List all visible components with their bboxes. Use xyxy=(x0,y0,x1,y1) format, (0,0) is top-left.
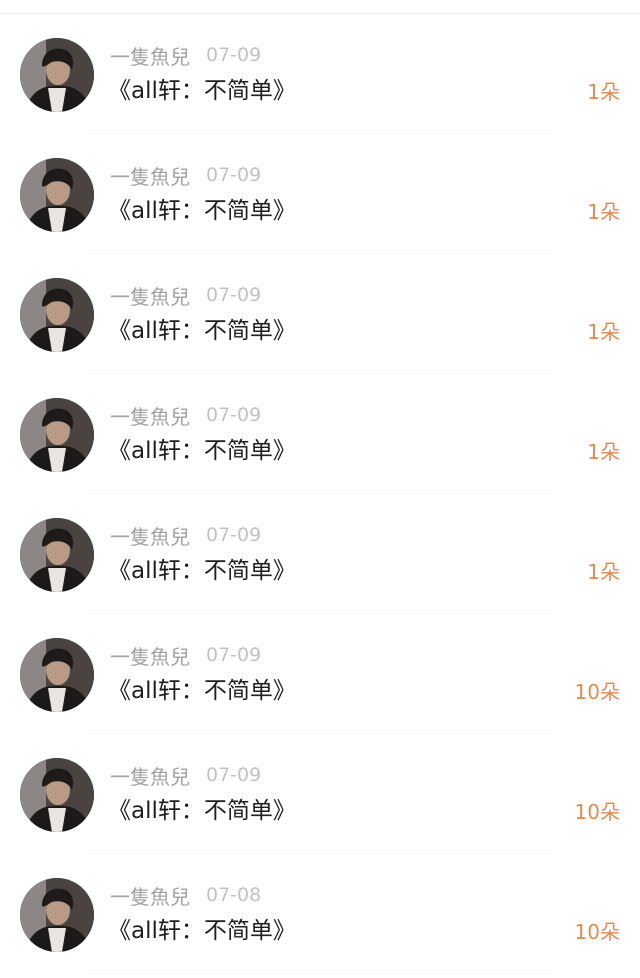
date: 07-09 xyxy=(206,164,262,186)
gift-record-list: 一隻魚兒 07-09 《all轩：不简单》 1朵 一隻魚兒 07-09 《all… xyxy=(0,14,640,974)
avatar[interactable] xyxy=(20,518,94,592)
user-name[interactable]: 一隻魚兒 xyxy=(110,761,190,790)
work-title[interactable]: 《all轩：不简单》 xyxy=(108,194,296,228)
work-title[interactable]: 《all轩：不简单》 xyxy=(108,434,296,468)
avatar-photo-icon xyxy=(20,878,94,952)
meta-line: 一隻魚兒 07-09 xyxy=(110,161,262,190)
gift-count: 10朵 xyxy=(574,680,620,704)
work-title[interactable]: 《all轩：不简单》 xyxy=(108,794,296,828)
date: 07-09 xyxy=(206,644,262,666)
meta-line: 一隻魚兒 07-09 xyxy=(110,281,262,310)
avatar[interactable] xyxy=(20,758,94,832)
avatar[interactable] xyxy=(20,638,94,712)
user-name[interactable]: 一隻魚兒 xyxy=(110,281,190,310)
avatar[interactable] xyxy=(20,878,94,952)
gift-count: 1朵 xyxy=(587,80,620,104)
avatar[interactable] xyxy=(20,398,94,472)
date: 07-09 xyxy=(206,284,262,306)
avatar-photo-icon xyxy=(20,278,94,352)
date: 07-08 xyxy=(206,884,262,906)
user-name[interactable]: 一隻魚兒 xyxy=(110,521,190,550)
work-title[interactable]: 《all轩：不简单》 xyxy=(108,74,296,108)
avatar[interactable] xyxy=(20,278,94,352)
gift-count: 1朵 xyxy=(587,560,620,584)
list-item[interactable]: 一隻魚兒 07-09 《all轩：不简单》 1朵 xyxy=(0,254,640,374)
meta-line: 一隻魚兒 07-08 xyxy=(110,881,262,910)
gift-count: 10朵 xyxy=(574,800,620,824)
list-item[interactable]: 一隻魚兒 07-09 《all轩：不简单》 1朵 xyxy=(0,494,640,614)
meta-line: 一隻魚兒 07-09 xyxy=(110,41,262,70)
meta-line: 一隻魚兒 07-09 xyxy=(110,521,262,550)
avatar-photo-icon xyxy=(20,518,94,592)
avatar-photo-icon xyxy=(20,758,94,832)
user-name[interactable]: 一隻魚兒 xyxy=(110,401,190,430)
avatar-photo-icon xyxy=(20,158,94,232)
work-title[interactable]: 《all轩：不简单》 xyxy=(108,914,296,948)
avatar-photo-icon xyxy=(20,638,94,712)
list-item[interactable]: 一隻魚兒 07-09 《all轩：不简单》 10朵 xyxy=(0,614,640,734)
meta-line: 一隻魚兒 07-09 xyxy=(110,761,262,790)
list-item[interactable]: 一隻魚兒 07-08 《all轩：不简单》 10朵 xyxy=(0,854,640,974)
work-title[interactable]: 《all轩：不简单》 xyxy=(108,674,296,708)
gift-count: 1朵 xyxy=(587,440,620,464)
avatar[interactable] xyxy=(20,38,94,112)
user-name[interactable]: 一隻魚兒 xyxy=(110,881,190,910)
gift-count: 10朵 xyxy=(574,920,620,944)
date: 07-09 xyxy=(206,524,262,546)
meta-line: 一隻魚兒 07-09 xyxy=(110,401,262,430)
user-name[interactable]: 一隻魚兒 xyxy=(110,41,190,70)
work-title[interactable]: 《all轩：不简单》 xyxy=(108,554,296,588)
date: 07-09 xyxy=(206,404,262,426)
list-item[interactable]: 一隻魚兒 07-09 《all轩：不简单》 1朵 xyxy=(0,134,640,254)
work-title[interactable]: 《all轩：不简单》 xyxy=(108,314,296,348)
list-item[interactable]: 一隻魚兒 07-09 《all轩：不简单》 10朵 xyxy=(0,734,640,854)
avatar-photo-icon xyxy=(20,398,94,472)
date: 07-09 xyxy=(206,764,262,786)
gift-count: 1朵 xyxy=(587,200,620,224)
meta-line: 一隻魚兒 07-09 xyxy=(110,641,262,670)
avatar-photo-icon xyxy=(20,38,94,112)
gift-count: 1朵 xyxy=(587,320,620,344)
date: 07-09 xyxy=(206,44,262,66)
user-name[interactable]: 一隻魚兒 xyxy=(110,161,190,190)
list-item[interactable]: 一隻魚兒 07-09 《all轩：不简单》 1朵 xyxy=(0,374,640,494)
avatar[interactable] xyxy=(20,158,94,232)
list-item[interactable]: 一隻魚兒 07-09 《all轩：不简单》 1朵 xyxy=(0,14,640,134)
user-name[interactable]: 一隻魚兒 xyxy=(110,641,190,670)
